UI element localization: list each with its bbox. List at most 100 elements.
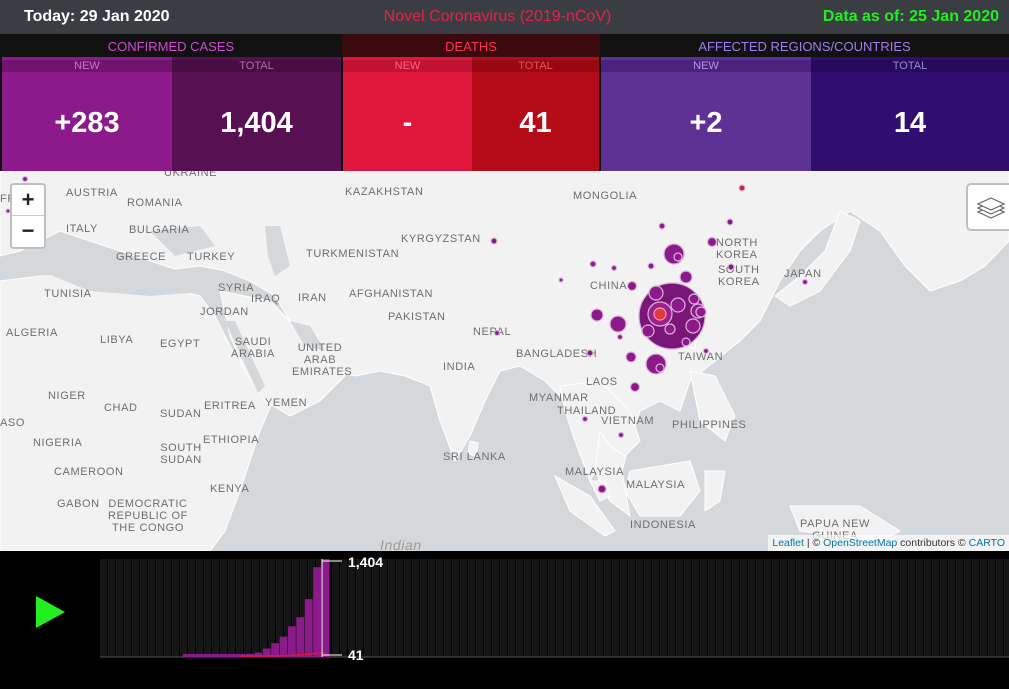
- timeline-bg-stripe: [532, 559, 539, 657]
- case-marker: [653, 307, 667, 321]
- timeline-bg-stripe: [620, 559, 627, 657]
- case-marker: [648, 285, 664, 301]
- timeline-bg-stripe: [180, 559, 187, 657]
- case-marker: [493, 329, 501, 337]
- confirmed-total-label: TOTAL: [172, 60, 341, 72]
- carto-link[interactable]: CARTO: [969, 537, 1005, 549]
- timeline-bg-stripe: [596, 559, 603, 657]
- timeline-bg-stripe: [468, 559, 475, 657]
- timeline-bg-stripe: [1004, 559, 1009, 657]
- timeline-bg-stripe: [340, 559, 347, 657]
- deaths-title: DEATHS: [342, 34, 600, 57]
- timeline-bg-stripe: [604, 559, 611, 657]
- timeline-bg-stripe: [820, 559, 827, 657]
- deaths-total-label: TOTAL: [472, 60, 599, 72]
- timeline-bg-stripe: [668, 559, 675, 657]
- osm-link[interactable]: OpenStreetMap: [823, 537, 897, 549]
- timeline-bg-stripe: [756, 559, 763, 657]
- map[interactable]: FRE AUSTRIA ROMANIA ITALY BULGARIA GREEC…: [0, 171, 1009, 551]
- timeline-bg-stripe: [100, 559, 107, 657]
- timeline-bg-stripe: [636, 559, 643, 657]
- timeline-bg-stripe: [772, 559, 779, 657]
- timeline-bg-stripe: [844, 559, 851, 657]
- timeline-bg-stripe: [396, 559, 403, 657]
- timeline-bg-stripe: [236, 559, 243, 657]
- timeline-min-label: 41: [348, 647, 364, 663]
- timeline-bg-stripe: [892, 559, 899, 657]
- timeline-bg-stripe: [140, 559, 147, 657]
- timeline-bg-stripe: [500, 559, 507, 657]
- timeline-bg-stripe: [580, 559, 587, 657]
- case-marker: [695, 306, 707, 318]
- case-marker: [670, 297, 686, 313]
- data-as-of: Data as of: 25 Jan 2020: [822, 8, 999, 25]
- timeline-bg-stripe: [692, 559, 699, 657]
- top-bar: Today: 29 Jan 2020 Novel Coronavirus (20…: [0, 0, 1009, 34]
- regions-new-cell: NEW +2: [601, 57, 811, 171]
- regions-new-label: NEW: [601, 60, 811, 72]
- timeline-chart[interactable]: [0, 551, 1009, 689]
- timeline-bg-stripe: [540, 559, 547, 657]
- case-marker: [609, 315, 627, 333]
- timeline-bg-stripe: [172, 559, 179, 657]
- timeline-bg-stripe: [244, 559, 251, 657]
- timeline-bar: [296, 617, 305, 657]
- timeline-bg-stripe: [524, 559, 531, 657]
- timeline-bg-stripe: [380, 559, 387, 657]
- timeline-bar: [304, 599, 313, 657]
- timeline: 1,404 41: [0, 551, 1009, 689]
- case-marker: [610, 264, 618, 272]
- case-marker: [706, 236, 718, 248]
- timeline-bg-stripe: [356, 559, 363, 657]
- timeline-bg-stripe: [364, 559, 371, 657]
- deaths-total-cell: TOTAL 41: [472, 57, 599, 171]
- timeline-bg-stripe: [972, 559, 979, 657]
- timeline-bar: [313, 567, 321, 657]
- case-marker: [589, 260, 597, 268]
- timeline-bg-stripe: [484, 559, 491, 657]
- timeline-bg-stripe: [332, 559, 339, 657]
- timeline-bg-stripe: [876, 559, 883, 657]
- timeline-bg-stripe: [124, 559, 131, 657]
- timeline-bg-stripe: [260, 559, 267, 657]
- timeline-bar: [288, 626, 296, 657]
- confirmed-cases-title: CONFIRMED CASES: [107, 39, 235, 54]
- timeline-bg-stripe: [420, 559, 427, 657]
- map-attribution: Leaflet | © OpenStreetMap contributors ©…: [768, 535, 1009, 551]
- confirmed-total-cell: TOTAL 1,404: [172, 57, 341, 171]
- timeline-bg-stripe: [556, 559, 563, 657]
- timeline-bar: [321, 559, 330, 657]
- case-marker: [490, 237, 498, 245]
- timeline-bg-stripe: [988, 559, 995, 657]
- timeline-bg-stripe: [476, 559, 483, 657]
- confirmed-new-label: NEW: [2, 60, 172, 72]
- timeline-bg-stripe: [676, 559, 683, 657]
- timeline-bg-stripe: [548, 559, 555, 657]
- timeline-bg-stripe: [148, 559, 155, 657]
- regions-panel: AFFECTED REGIONS/COUNTRIES NEW +2 TOTAL …: [600, 34, 1009, 171]
- timeline-bg-stripe: [268, 559, 275, 657]
- case-marker: [655, 363, 665, 373]
- timeline-bg-stripe: [700, 559, 707, 657]
- attrib-contrib: contributors ©: [897, 537, 969, 549]
- timeline-bg-stripe: [900, 559, 907, 657]
- case-marker: [626, 280, 638, 292]
- zoom-out-button[interactable]: −: [12, 216, 44, 246]
- timeline-bg-stripe: [436, 559, 443, 657]
- timeline-bg-stripe: [732, 559, 739, 657]
- timeline-bg-stripe: [116, 559, 123, 657]
- timeline-bg-stripe: [868, 559, 875, 657]
- timeline-bg-stripe: [460, 559, 467, 657]
- case-marker: [647, 262, 655, 270]
- case-marker: [586, 349, 594, 357]
- layers-button[interactable]: [966, 183, 1009, 231]
- timeline-bg-stripe: [644, 559, 651, 657]
- timeline-bg-stripe: [516, 559, 523, 657]
- zoom-in-button[interactable]: +: [12, 185, 44, 216]
- case-marker: [726, 218, 734, 226]
- regions-total-value: 14: [893, 107, 927, 139]
- timeline-bg-stripe: [612, 559, 619, 657]
- leaflet-link[interactable]: Leaflet: [772, 537, 804, 549]
- timeline-bar: [183, 654, 238, 657]
- timeline-bg-stripe: [388, 559, 395, 657]
